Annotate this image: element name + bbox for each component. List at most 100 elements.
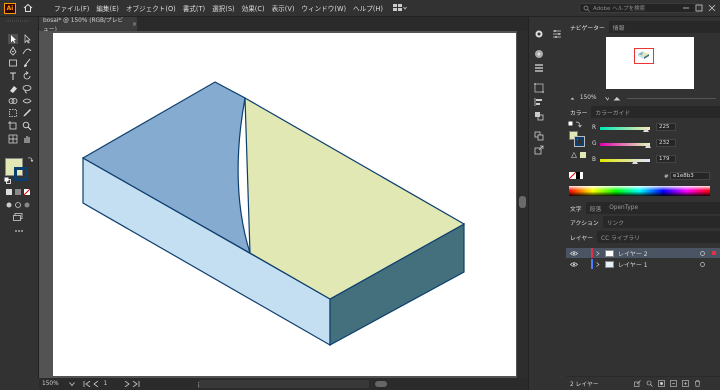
- channel-g-value[interactable]: 232: [656, 139, 676, 147]
- color-mode-toggle-icons[interactable]: [568, 121, 582, 130]
- stroke-swatch[interactable]: [14, 167, 28, 181]
- mesh-tool-icon[interactable]: [8, 134, 18, 144]
- properties-icon[interactable]: [534, 29, 544, 39]
- channel-r-handle[interactable]: [643, 127, 649, 132]
- tab-info[interactable]: 情報: [609, 21, 629, 33]
- hex-value[interactable]: e1e8b3: [670, 172, 710, 180]
- tab-actions[interactable]: アクション: [566, 216, 603, 228]
- type-tool-icon[interactable]: [8, 71, 18, 81]
- artboard[interactable]: [53, 33, 516, 376]
- layer-row[interactable]: レイヤー 2: [566, 248, 720, 258]
- align-panel-icon[interactable]: [534, 97, 544, 107]
- selection-tool-icon[interactable]: [8, 34, 18, 44]
- tab-layers[interactable]: レイヤー: [566, 231, 598, 243]
- menu-file[interactable]: ファイル(F): [54, 3, 89, 13]
- menu-object[interactable]: オブジェクト(O): [126, 3, 176, 13]
- illustration[interactable]: [53, 33, 516, 376]
- menu-help[interactable]: ヘルプ(H): [353, 3, 383, 13]
- vertical-scrollbar[interactable]: [517, 31, 528, 378]
- scroll-thumb[interactable]: [519, 196, 526, 208]
- home-icon[interactable]: [22, 3, 33, 14]
- tab-character[interactable]: 文字: [566, 202, 586, 214]
- artboard-number[interactable]: 1: [104, 381, 124, 387]
- visibility-eye-icon[interactable]: [570, 261, 578, 267]
- transform-panel-icon[interactable]: [534, 83, 544, 93]
- rotate-tool-icon[interactable]: [22, 71, 32, 81]
- eraser-tool-icon[interactable]: [8, 84, 18, 94]
- trash-icon[interactable]: [694, 379, 701, 387]
- channel-b-handle[interactable]: [632, 159, 638, 164]
- curvature-tool-icon[interactable]: [22, 46, 32, 56]
- channel-r-value[interactable]: 225: [656, 123, 676, 131]
- minimize-icon[interactable]: [681, 3, 691, 13]
- export-icon[interactable]: [534, 145, 544, 155]
- layer-selection-indicator[interactable]: [712, 251, 716, 255]
- maximize-icon[interactable]: [694, 3, 704, 13]
- drawing-mode-icons[interactable]: [6, 201, 33, 209]
- layer-name[interactable]: レイヤー 1: [618, 260, 648, 269]
- visibility-eye-icon[interactable]: [570, 250, 578, 256]
- stroke-panel-icon[interactable]: [534, 63, 544, 73]
- prev-artboard-icon[interactable]: [92, 381, 99, 387]
- paintbrush-tool-icon[interactable]: [22, 58, 32, 68]
- direct-selection-tool-icon[interactable]: [22, 34, 32, 44]
- zoom-dropdown-icon[interactable]: [604, 96, 610, 101]
- navigator-zoom[interactable]: 150%: [580, 95, 597, 101]
- clipping-mask-icon[interactable]: [658, 379, 665, 387]
- shape-builder-tool-icon[interactable]: [8, 96, 18, 106]
- navigator-preview[interactable]: [606, 37, 694, 89]
- edit-toolbar-icon[interactable]: [14, 229, 24, 233]
- channel-b-slider[interactable]: [600, 159, 650, 162]
- width-tool-icon[interactable]: [22, 96, 32, 106]
- locate-object-icon[interactable]: [646, 380, 653, 387]
- rectangle-tool-icon[interactable]: [8, 58, 18, 68]
- close-window-icon[interactable]: [707, 3, 717, 13]
- last-artboard-icon[interactable]: [132, 381, 140, 387]
- gamut-swatch[interactable]: [580, 152, 586, 158]
- tab-links[interactable]: リンク: [603, 216, 628, 228]
- swap-colors-icon[interactable]: [27, 156, 34, 163]
- color-mode-icons[interactable]: [6, 189, 33, 196]
- zoom-tool-icon[interactable]: [22, 121, 32, 131]
- panel-settings-icon[interactable]: [552, 29, 562, 39]
- horizontal-scrollbar[interactable]: [199, 380, 387, 388]
- new-layer-icon[interactable]: [682, 379, 689, 387]
- color-wheel-icon[interactable]: [534, 49, 544, 59]
- menu-view[interactable]: 表示(V): [272, 3, 295, 13]
- next-artboard-icon[interactable]: [124, 381, 130, 387]
- close-tab-icon[interactable]: ×: [132, 21, 137, 28]
- pathfinder-icon[interactable]: [534, 111, 544, 121]
- first-artboard-icon[interactable]: [83, 381, 91, 387]
- none-swatch-icon[interactable]: [569, 172, 576, 179]
- tab-paragraph[interactable]: 段落: [586, 202, 606, 214]
- pen-tool-icon[interactable]: [8, 46, 18, 56]
- h-scroll-thumb[interactable]: [375, 381, 387, 387]
- navigator-zoom-slider[interactable]: [627, 97, 716, 99]
- layer-row[interactable]: レイヤー 1: [566, 259, 720, 269]
- tab-color-guide[interactable]: カラーガイド: [591, 106, 634, 118]
- zoom-out-icon[interactable]: [570, 96, 575, 101]
- default-colors-icon[interactable]: [4, 177, 11, 184]
- free-transform-tool-icon[interactable]: [8, 108, 18, 118]
- hand-tool-icon[interactable]: [22, 134, 32, 144]
- menu-window[interactable]: ウィンドウ(W): [301, 3, 346, 13]
- color-stroke-swatch[interactable]: [574, 136, 585, 147]
- menu-select[interactable]: 選択(S): [212, 3, 235, 13]
- channel-g-handle[interactable]: [645, 143, 651, 148]
- layer-name[interactable]: レイヤー 2: [618, 249, 648, 258]
- out-of-gamut-icon[interactable]: [571, 152, 577, 158]
- tab-navigator[interactable]: ナビゲーター: [566, 21, 609, 33]
- artboards-panel-icon[interactable]: [534, 131, 544, 141]
- workspace-switcher-icon[interactable]: [392, 4, 407, 12]
- expand-layer-icon[interactable]: [596, 250, 600, 256]
- document-tab[interactable]: bosai* @ 150% (RGB/プレビュー) ×: [39, 17, 137, 33]
- screen-mode-icon[interactable]: [13, 213, 24, 221]
- channel-b-value[interactable]: 179: [656, 155, 676, 163]
- menu-edit[interactable]: 編集(E): [96, 3, 119, 13]
- tab-opentype[interactable]: OpenType: [605, 202, 642, 214]
- tab-cc-libraries[interactable]: CC ライブラリ: [597, 231, 644, 243]
- panel-grip-icon[interactable]: [4, 19, 32, 23]
- none-black-white-swatches[interactable]: [569, 172, 583, 179]
- expand-layer-icon[interactable]: [596, 261, 600, 267]
- target-circle-icon[interactable]: [700, 261, 705, 267]
